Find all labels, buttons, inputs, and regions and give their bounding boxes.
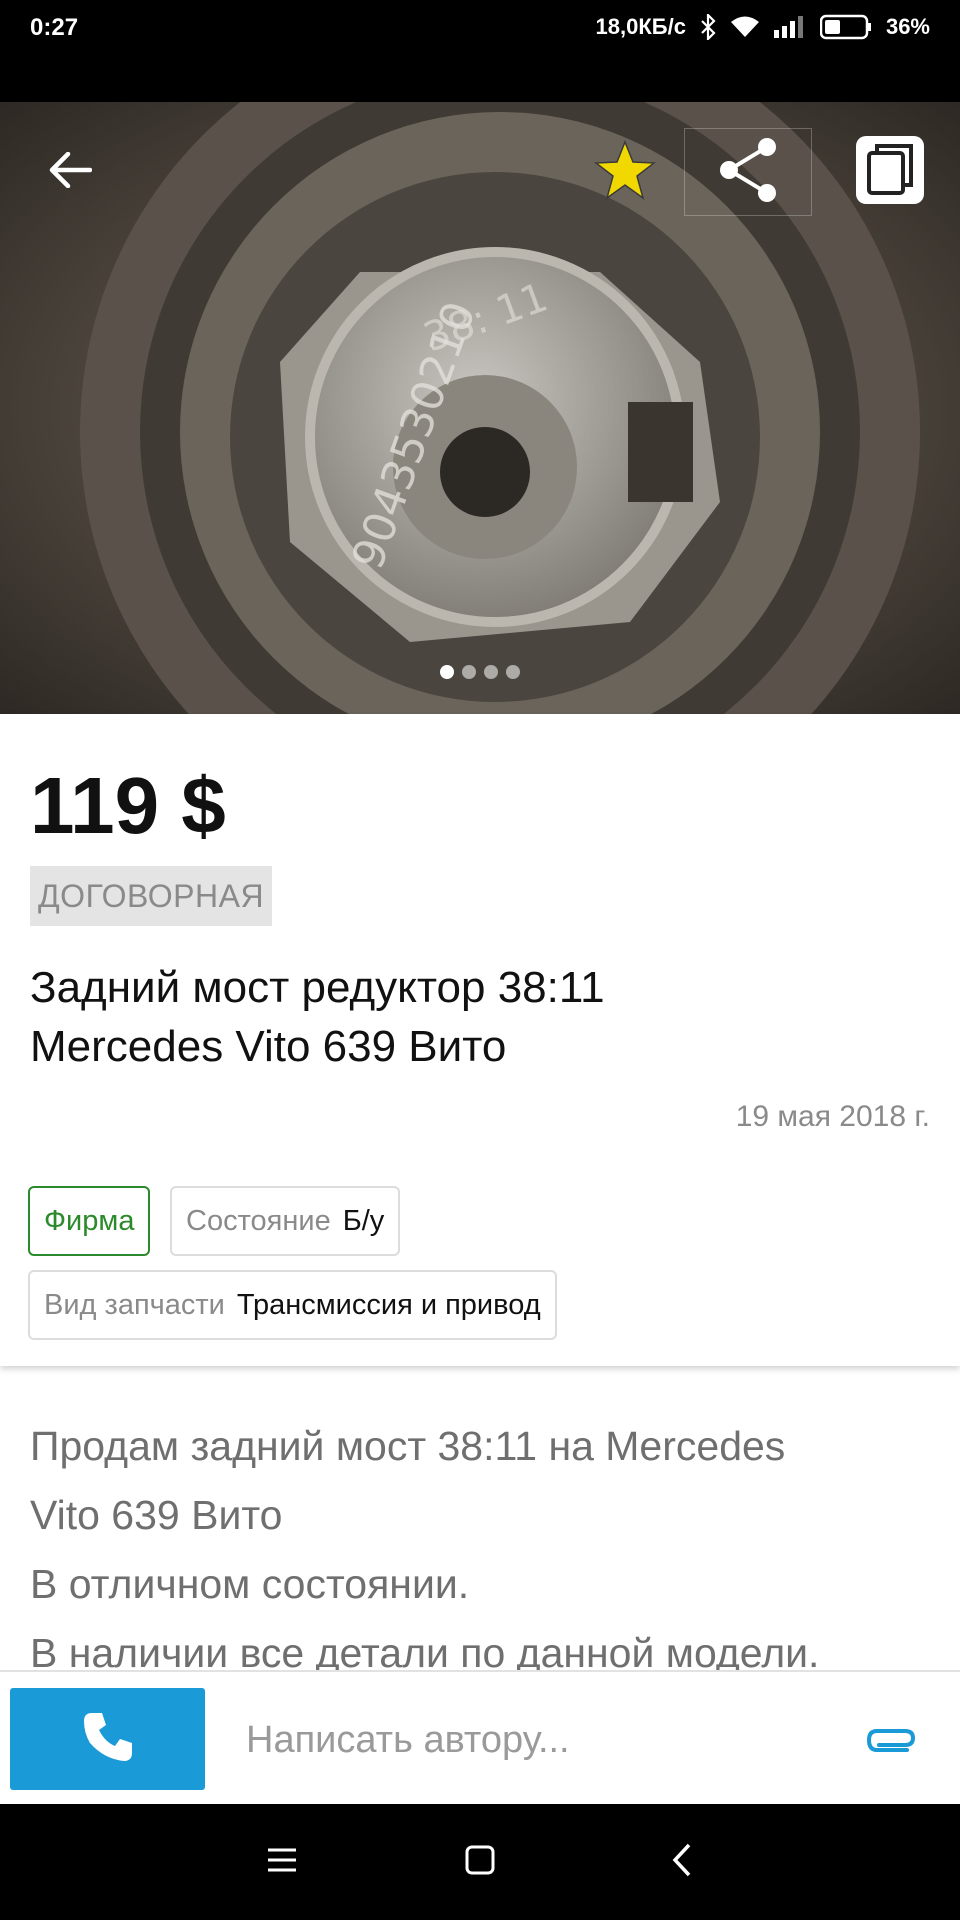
gallery-dot (440, 665, 454, 679)
part-photo: 9043530210 38: 11 (0, 102, 960, 714)
negotiable-badge: ДОГОВОРНАЯ (30, 866, 273, 926)
description-line: Продам задний мост 38:11 на Mercedes (30, 1423, 786, 1469)
listing-date: 19 мая 2018 г. (735, 1100, 930, 1133)
nav-menu-button[interactable] (252, 1832, 312, 1892)
status-indicators: 18,0КБ/с 36% (596, 14, 930, 40)
arrow-left-icon (48, 151, 93, 193)
wifi-icon (730, 15, 760, 39)
menu-icon (266, 1847, 298, 1878)
network-speed: 18,0КБ/с (595, 14, 686, 39)
status-bar: 0:27 18,0КБ/с 36% (0, 0, 960, 102)
condition-value: Б/у (342, 1204, 385, 1237)
condition-chip: Состояние Б/у (170, 1186, 401, 1256)
signal-icon (773, 16, 806, 38)
gallery-indicator (0, 665, 960, 679)
share-button[interactable] (684, 128, 812, 216)
description-line: Vito 639 Вито (30, 1492, 283, 1538)
nav-back-button[interactable] (652, 1832, 712, 1892)
copy-button[interactable] (840, 128, 940, 216)
battery-icon (819, 14, 872, 40)
home-square-icon (465, 1845, 495, 1880)
contact-bar (0, 1670, 960, 1804)
phone-icon (80, 1709, 136, 1770)
attach-button[interactable] (862, 1712, 922, 1772)
system-nav-bar (0, 1804, 960, 1920)
part-type-chip: Вид запчасти Трансмиссия и привод (28, 1270, 557, 1340)
back-chevron-icon (671, 1843, 693, 1882)
part-type-label: Вид запчасти (44, 1288, 225, 1321)
favorite-button[interactable] (575, 128, 675, 216)
star-icon (593, 139, 657, 205)
call-button[interactable] (10, 1688, 205, 1790)
gallery-dot (484, 665, 498, 679)
bluetooth-icon (700, 14, 716, 40)
seller-type-chip: Фирма (28, 1186, 151, 1256)
copy-icon (855, 135, 925, 210)
listing-info-card: 119 $ ДОГОВОРНАЯ Задний мост редуктор 38… (0, 714, 960, 1366)
nav-home-button[interactable] (450, 1832, 510, 1892)
share-icon (717, 137, 779, 208)
status-time: 0:27 (30, 14, 79, 41)
listing-title: Задний мост редуктор 38:11 Mercedes Vito… (30, 963, 605, 1071)
listing-photo[interactable]: 9043530210 38: 11 (0, 102, 960, 714)
gallery-dot (462, 665, 476, 679)
battery-percent: 36% (885, 14, 930, 39)
part-type-value: Трансмиссия и привод (236, 1288, 541, 1321)
condition-label: Состояние (186, 1204, 331, 1237)
seller-type-label: Фирма (44, 1204, 135, 1237)
description-line: В отличном состоянии. (30, 1561, 470, 1607)
paperclip-icon (865, 1723, 919, 1762)
listing-description: Продам задний мост 38:11 на Mercedes Vit… (30, 1412, 930, 1688)
back-button[interactable] (20, 128, 120, 216)
price: 119 $ (30, 761, 226, 850)
gallery-dot (506, 665, 520, 679)
message-input[interactable] (246, 1710, 826, 1770)
